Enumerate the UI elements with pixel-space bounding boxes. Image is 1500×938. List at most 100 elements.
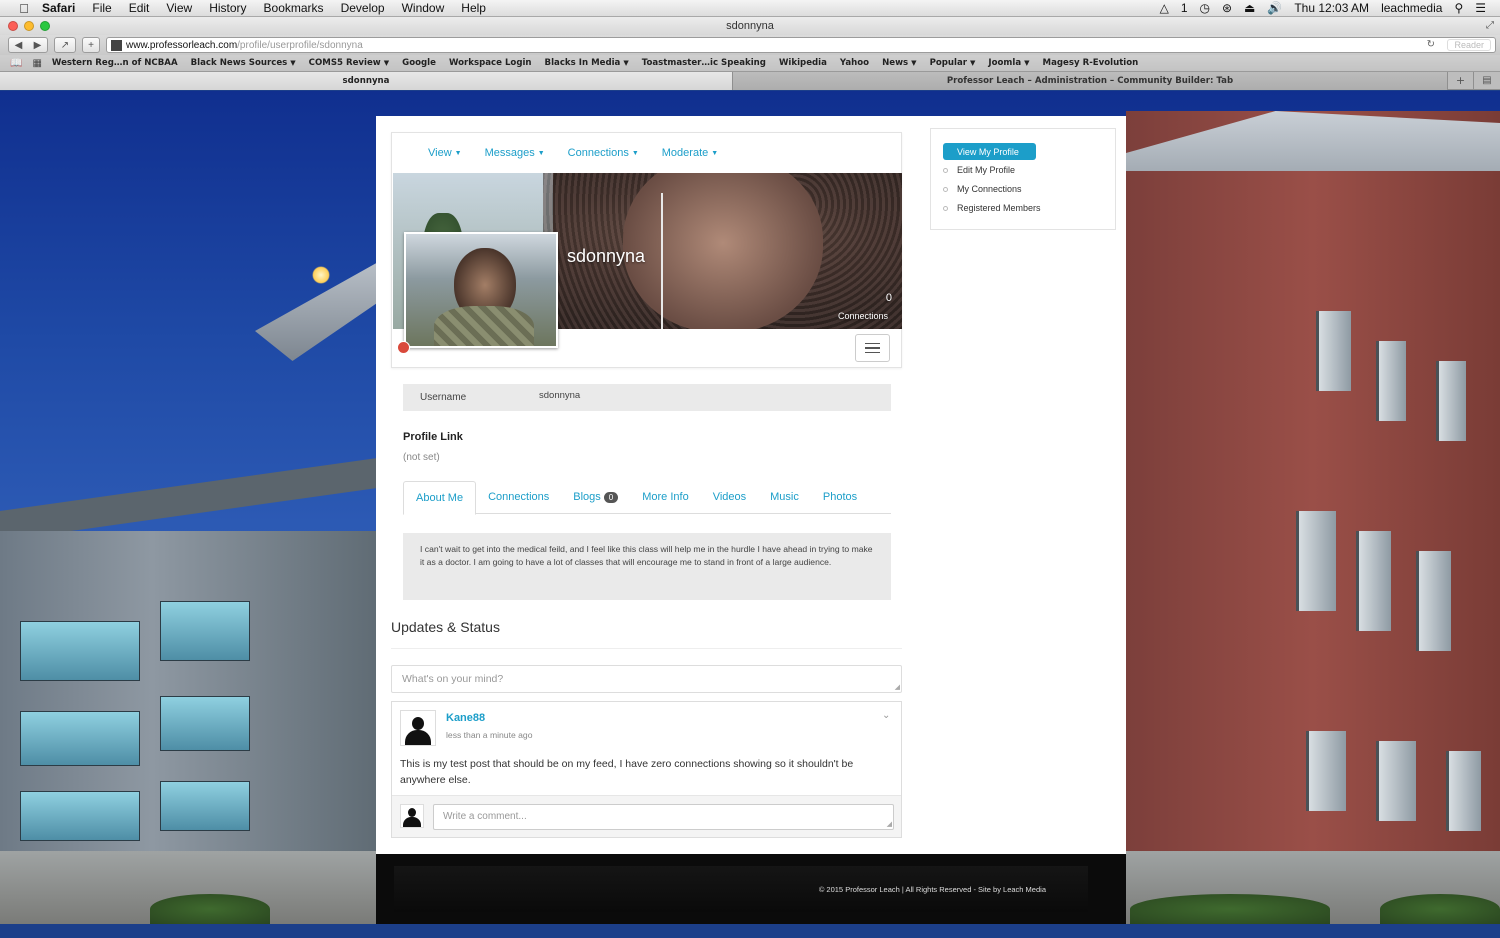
reading-list-icon[interactable]: 📖 [10, 58, 22, 69]
username-label: Username [420, 392, 467, 403]
tab-photos[interactable]: Photos [811, 481, 869, 513]
post-author-link[interactable]: Kane88 [446, 712, 485, 724]
forward-icon[interactable]: ▶ [34, 40, 42, 51]
background-building-right [1126, 111, 1500, 924]
site-footer: © 2015 Professor Leach | All Rights Rese… [376, 854, 1126, 924]
share-icon: ↗ [60, 39, 70, 51]
nav-messages-menu[interactable]: Messages ▼ [485, 147, 545, 159]
nav-connections-menu[interactable]: Connections ▼ [568, 147, 639, 159]
notification-center-icon[interactable]: ☰ [1475, 1, 1486, 15]
menu-help[interactable]: Help [461, 1, 486, 15]
user-silhouette-icon [402, 807, 422, 827]
tab-about-me[interactable]: About Me [403, 481, 477, 515]
tab-videos[interactable]: Videos [701, 481, 758, 513]
menu-edit[interactable]: Edit [129, 1, 150, 15]
resize-handle-icon[interactable]: ◢ [895, 683, 900, 691]
bookmark-joomla[interactable]: Joomla ▼ [988, 58, 1029, 68]
profile-sidebar-menu: View My Profile Edit My Profile My Conne… [930, 128, 1116, 230]
bluetooth-icon[interactable]: ⊛ [1222, 1, 1232, 15]
sidebar-item-edit-my-profile[interactable]: Edit My Profile [943, 165, 1015, 175]
comment-bar: Write a comment... ◢ [392, 795, 901, 837]
tab-sdonnyna[interactable]: sdonnyna [0, 72, 733, 90]
spotlight-icon[interactable]: ⚲ [1454, 1, 1463, 15]
reader-button[interactable]: Reader [1447, 39, 1491, 51]
chevron-down-icon: ▼ [1024, 59, 1030, 67]
sidebar-item-registered-members[interactable]: Registered Members [943, 203, 1041, 213]
menu-app-name[interactable]: Safari [42, 1, 75, 15]
connections-count[interactable]: 0 [870, 292, 892, 304]
bookmark-toastmasters[interactable]: Toastmaster…ic Speaking [642, 58, 766, 68]
post-options-chevron-icon[interactable]: ⌄ [882, 710, 890, 721]
profile-menu-button[interactable] [855, 334, 890, 362]
status-update-input[interactable]: What's on your mind? ◢ [391, 665, 902, 693]
zoom-window-icon[interactable] [40, 21, 50, 31]
url-host: www.professorleach.com [126, 39, 238, 51]
username-row: Username sdonnyna [403, 384, 891, 411]
tab-overview-icon[interactable]: ▤ [1474, 72, 1500, 89]
apple-icon[interactable]:  [16, 0, 32, 16]
url-path: /profile/userprofile/sdonnyna [237, 39, 363, 51]
bookmark-workspace-login[interactable]: Workspace Login [449, 58, 532, 68]
bookmark-popular[interactable]: Popular ▼ [930, 58, 976, 68]
fullscreen-icon[interactable]: ⤢ [1486, 20, 1494, 31]
profile-link-title: Profile Link [403, 431, 463, 443]
menu-develop[interactable]: Develop [341, 1, 385, 15]
post-author-avatar[interactable] [400, 710, 436, 746]
connections-label[interactable]: Connections [826, 311, 888, 321]
menu-clock[interactable]: Thu 12:03 AM [1294, 1, 1369, 15]
add-tab-icon[interactable]: + [1448, 72, 1474, 89]
profile-nav: View ▼ Messages ▼ Connections ▼ Moderate ▼ [428, 147, 718, 159]
divider [391, 648, 902, 649]
comment-input[interactable]: Write a comment... ◢ [433, 804, 894, 830]
profile-avatar[interactable] [404, 232, 558, 348]
nav-view-menu[interactable]: View ▼ [428, 147, 462, 159]
new-tab-button[interactable]: + [82, 37, 100, 53]
resize-handle-icon[interactable]: ◢ [887, 820, 892, 828]
bookmark-google[interactable]: Google [402, 58, 436, 68]
time-machine-icon[interactable]: ◷ [1200, 1, 1210, 15]
bookmark-wikipedia[interactable]: Wikipedia [779, 58, 827, 68]
tab-more-info[interactable]: More Info [630, 481, 700, 513]
sidebar-item-view-my-profile[interactable]: View My Profile [943, 143, 1036, 160]
plus-icon: + [88, 39, 94, 51]
back-icon[interactable]: ◀ [15, 40, 23, 51]
adobe-icon[interactable]: △ [1160, 1, 1169, 15]
bookmark-black-news-sources[interactable]: Black News Sources ▼ [191, 58, 296, 68]
nav-moderate-menu[interactable]: Moderate ▼ [662, 147, 718, 159]
address-bar[interactable]: www.professorleach.com/profile/userprofi… [106, 37, 1496, 53]
tab-music[interactable]: Music [758, 481, 811, 513]
bookmark-yahoo[interactable]: Yahoo [840, 58, 869, 68]
bookmark-magesy[interactable]: Magesy R-Evolution [1043, 58, 1139, 68]
bookmark-coms5-review[interactable]: COMS5 Review ▼ [309, 58, 389, 68]
mac-menu-bar:  Safari File Edit View History Bookmark… [0, 0, 1500, 17]
share-button[interactable]: ↗ [54, 37, 76, 53]
reload-icon[interactable]: ↻ [1427, 39, 1435, 50]
volume-icon[interactable]: 🔊 [1267, 1, 1282, 15]
tab-connections[interactable]: Connections [476, 481, 561, 513]
bookmark-news[interactable]: News ▼ [882, 58, 916, 68]
menu-view[interactable]: View [166, 1, 192, 15]
menu-window[interactable]: Window [402, 1, 445, 15]
top-sites-icon[interactable]: ▦ [32, 58, 41, 69]
menu-history[interactable]: History [209, 1, 246, 15]
eject-icon[interactable]: ⏏ [1244, 1, 1255, 15]
tab-professor-leach-admin[interactable]: Professor Leach – Administration – Commu… [733, 72, 1448, 90]
chevron-down-icon: ▼ [911, 59, 917, 67]
window-titlebar: sdonnyna ⤢ [0, 17, 1500, 35]
bullet-icon [943, 205, 948, 211]
sidebar-item-my-connections[interactable]: My Connections [943, 184, 1022, 194]
bookmark-blacks-in-media[interactable]: Blacks In Media ▼ [545, 58, 629, 68]
tab-blogs[interactable]: Blogs 0 [561, 481, 630, 513]
menu-bookmarks[interactable]: Bookmarks [264, 1, 324, 15]
menu-user[interactable]: leachmedia [1381, 1, 1442, 15]
close-window-icon[interactable] [8, 21, 18, 31]
username-value: sdonnyna [539, 390, 581, 401]
minimize-window-icon[interactable] [24, 21, 34, 31]
offline-status-indicator [397, 341, 410, 354]
user-silhouette-icon [403, 715, 433, 745]
menu-status-area: △ 1 ◷ ⊛ ⏏ 🔊 Thu 12:03 AM leachmedia ⚲ ☰ [1160, 1, 1500, 15]
bookmark-western-reg[interactable]: Western Reg…n of NCBAA [52, 58, 178, 68]
blogs-count-badge: 0 [603, 491, 619, 503]
footer-copyright: © 2015 Professor Leach | All Rights Rese… [818, 884, 1046, 894]
menu-file[interactable]: File [92, 1, 111, 15]
